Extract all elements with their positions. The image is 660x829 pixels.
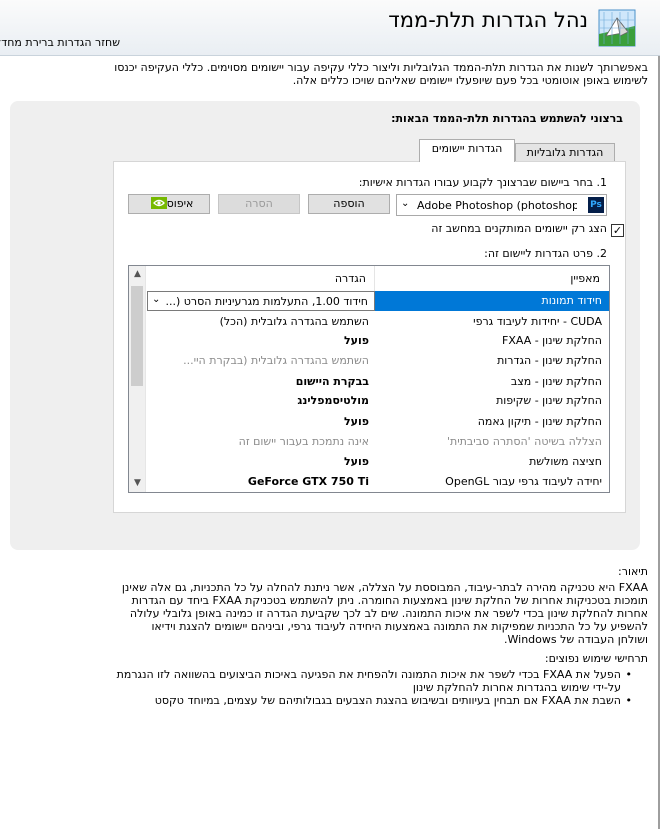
page-header: נהל הגדרות תלת-ממד שחזר הגדרות ברירת מחד… — [0, 0, 660, 56]
settings-grid: ▲ ▼ מאפיין הגדרה חידוד תמונות חידוד 1.00… — [128, 265, 610, 493]
row-feature: החלקת שינון - תיקון גאמה — [477, 415, 602, 428]
usage-item: הפעל את FXAA בכדי לשפר את איכות התמונה ו… — [0, 668, 632, 694]
table-row[interactable]: החלקת שינון - תיקון גאמה פועל — [147, 412, 609, 432]
row-setting: השתמש בהגדרה גלובלית (הכל) — [219, 315, 369, 328]
column-separator[interactable] — [374, 266, 375, 292]
row-feature: החלקת שינון - מצב — [510, 375, 602, 388]
description-text: FXAA היא טכניקה מהירה לבתר-עיבוד, המבוסס… — [0, 581, 648, 646]
row-setting: השתמש בהגדרה גלובלית (בבקרת היי... — [183, 354, 369, 367]
intro-line-1: באפשרותך לשנות את הגדרות תלת-הממד הגלובל… — [114, 61, 648, 74]
chevron-down-icon: ⌄ — [401, 198, 410, 209]
remove-button[interactable]: הסרה — [218, 194, 300, 214]
row-setting: אינה נתמכת בעבור יישום זה — [238, 435, 369, 448]
program-select-value: Adobe Photoshop (photoshop.... — [417, 199, 577, 212]
table-row[interactable]: חציצה משולשת פועל — [147, 452, 609, 472]
tab-global-settings[interactable]: הגדרות גלובליות — [515, 143, 615, 163]
restore-button[interactable]: איפוס — [128, 194, 210, 214]
description-line: תומכות בטכניקות אחרות של החלקת שינון באמ… — [131, 594, 648, 607]
row-setting: חידוד 1.00, התעלמות מגרעיניות הסרט (... — [165, 295, 369, 308]
step2-label: 2. פרט הגדרות ליישום זה: — [484, 247, 607, 260]
table-row[interactable]: חידוד תמונות חידוד 1.00, התעלמות מגרעיני… — [147, 291, 609, 311]
row-feature: CUDA - יחידות לעיבוד גרפי — [473, 315, 602, 328]
description-line: להשפיע על כל התכניות שמפיקות את התמונה ב… — [151, 620, 648, 633]
row-feature: יחידה לעיבוד גרפי עבור OpenGL — [445, 475, 602, 488]
column-header-feature[interactable]: מאפיין — [570, 272, 600, 285]
row-setting: פועל — [344, 455, 369, 468]
row-feature: הצללה בשיטה 'הסתרה סביבתית' — [446, 435, 602, 448]
step1-label: 1. בחר ביישום שברצונך לקבוע עבורו הגדרות… — [358, 176, 607, 189]
page-title: נהל הגדרות תלת-ממד — [388, 8, 588, 32]
row-feature: החלקת שינון - FXAA — [502, 334, 602, 347]
table-row[interactable]: החלקת שינון - FXAA פועל — [147, 331, 609, 351]
usage-item-line: הפעל את FXAA בכדי לשפר את איכות התמונה ו… — [116, 668, 621, 681]
description-line: FXAA היא טכניקה מהירה לבתר-עיבוד, המבוסס… — [121, 581, 648, 594]
add-button[interactable]: הוספה — [308, 194, 390, 214]
row-setting: בבקרת היישום — [295, 375, 369, 388]
table-row[interactable]: CUDA - יחידות לעיבוד גרפי השתמש בהגדרה ג… — [147, 312, 609, 332]
usage-item: השבת את FXAA אם תבחין בעיוותים ובשיבוש ב… — [0, 694, 632, 707]
scroll-down-icon[interactable]: ▼ — [129, 475, 146, 492]
3d-settings-icon — [598, 9, 636, 47]
program-select[interactable]: ⌄ Adobe Photoshop (photoshop.... Ps — [396, 194, 607, 216]
description-line: אחרות להחלקת שינון בכדי לשפר את איכות הת… — [129, 607, 648, 620]
column-header-setting[interactable]: הגדרה — [335, 272, 366, 285]
table-row[interactable]: החלקת שינון - מצב בבקרת היישום — [147, 372, 609, 392]
row-setting: מולטיסמפלינג — [297, 394, 369, 407]
usage-list: הפעל את FXAA בכדי לשפר את איכות התמונה ו… — [0, 668, 648, 707]
installed-only-checkbox[interactable]: ✓ — [611, 224, 624, 237]
table-row[interactable]: החלקת שינון - שקיפות מולטיסמפלינג — [147, 391, 609, 411]
restore-defaults-link[interactable]: שחזר הגדרות ברירת מחדל — [0, 36, 120, 49]
installed-only-checkbox-row[interactable]: ✓ הצג רק יישומים המותקנים במחשב זה — [431, 222, 624, 237]
chevron-down-icon: ⌄ — [152, 294, 161, 305]
tab-program-settings[interactable]: הגדרות יישומים — [419, 139, 515, 162]
usage-item-line: על-ידי שימוש בהגדרות אחרות להחלקת שינון — [412, 681, 621, 694]
scroll-up-icon[interactable]: ▲ — [129, 266, 146, 283]
row-setting-dropdown[interactable]: חידוד 1.00, התעלמות מגרעיניות הסרט (... … — [147, 291, 375, 311]
grid-header: מאפיין הגדרה — [147, 266, 609, 292]
row-feature: החלקת שינון - הגדרות — [497, 354, 602, 367]
table-row[interactable]: החלקת שינון - הגדרות השתמש בהגדרה גלובלי… — [147, 351, 609, 371]
description-line: ושולחן העבודה של Windows. — [504, 633, 648, 646]
usage-item-line: השבת את FXAA אם תבחין בעיוותים ובשיבוש ב… — [154, 694, 621, 707]
row-feature: חידוד תמונות — [541, 294, 602, 307]
scroll-thumb[interactable] — [131, 286, 143, 386]
row-setting: GeForce GTX 750 Ti — [247, 475, 369, 488]
grid-scrollbar[interactable]: ▲ ▼ — [129, 266, 146, 492]
restore-button-label: איפוס — [166, 197, 194, 210]
intro-text: באפשרותך לשנות את הגדרות תלת-הממד הגלובל… — [0, 61, 648, 87]
nvidia-logo-icon — [150, 197, 167, 209]
table-row[interactable]: יחידה לעיבוד גרפי עבור OpenGL GeForce GT… — [147, 472, 609, 492]
row-setting: פועל — [344, 415, 369, 428]
table-row[interactable]: הצללה בשיטה 'הסתרה סביבתית' אינה נתמכת ב… — [147, 432, 609, 452]
row-feature: החלקת שינון - שקיפות — [496, 394, 602, 407]
row-setting: פועל — [344, 334, 369, 347]
panel-heading: ברצוני להשתמש בהגדרות תלת-הממד הבאות: — [391, 112, 623, 125]
row-feature: חציצה משולשת — [529, 455, 602, 468]
installed-only-label: הצג רק יישומים המותקנים במחשב זה — [431, 222, 607, 235]
intro-line-2: לשימוש באופן אוטומטי בכל פעם שיופעלו ייש… — [292, 74, 648, 87]
photoshop-icon: Ps — [588, 197, 604, 213]
usage-heading: תרחישי שימוש נפוצים: — [544, 652, 648, 665]
description-heading: תיאור: — [618, 565, 648, 578]
